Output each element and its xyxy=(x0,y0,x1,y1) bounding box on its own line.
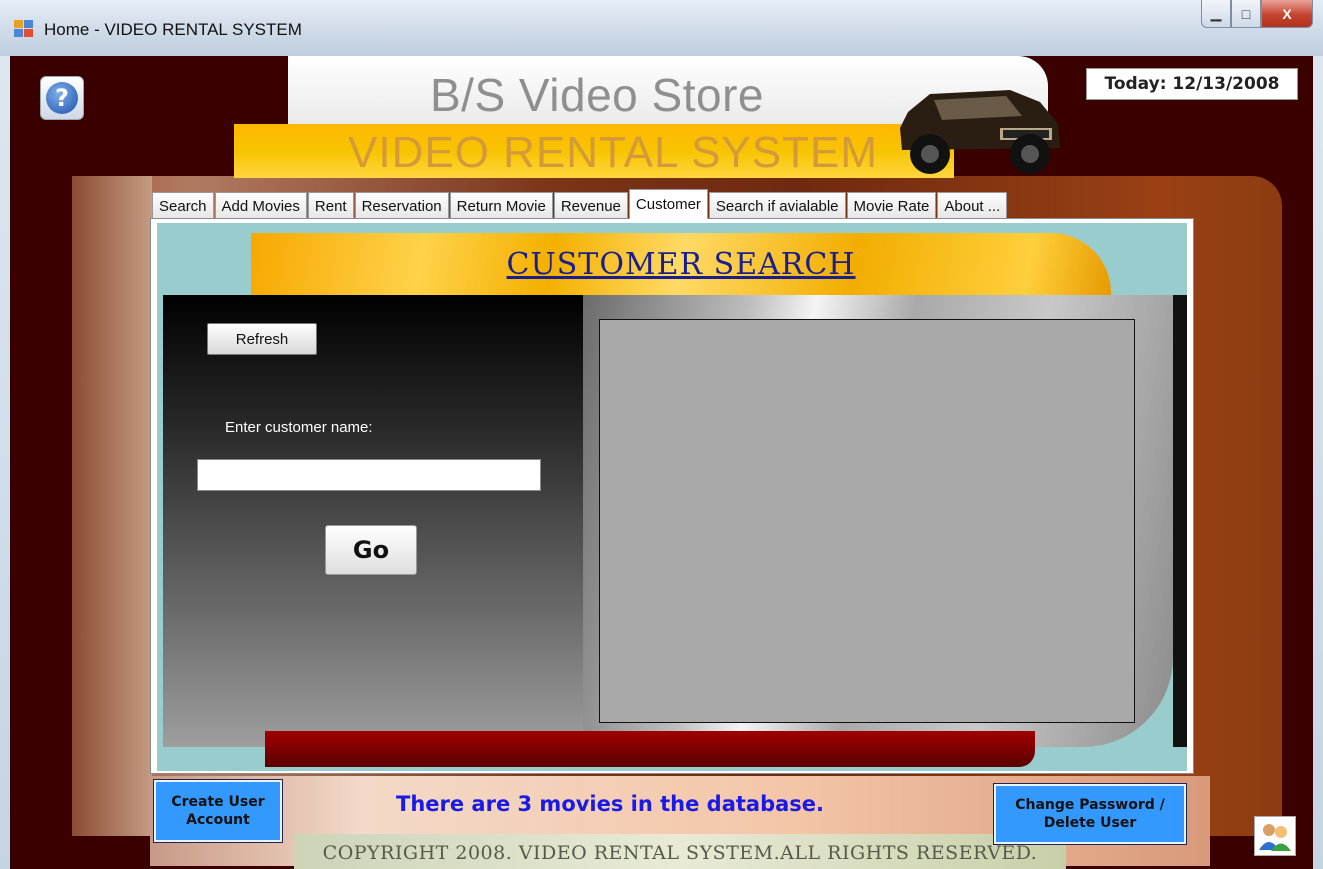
customer-tab-page: CUSTOMER SEARCH Refresh Enter customer n… xyxy=(150,218,1194,774)
window-controls: ▁ □ X xyxy=(1201,0,1313,30)
close-button[interactable]: X xyxy=(1261,0,1313,28)
results-panel-edge xyxy=(1173,295,1187,747)
customer-search-banner: CUSTOMER SEARCH xyxy=(251,233,1111,295)
minimize-button[interactable]: ▁ xyxy=(1201,0,1231,28)
users-button[interactable] xyxy=(1254,816,1296,856)
help-icon: ? xyxy=(46,82,78,114)
tab-about[interactable]: About ... xyxy=(937,192,1008,219)
customer-name-label: Enter customer name: xyxy=(225,419,373,436)
store-name: B/S Video Store xyxy=(430,69,764,121)
tab-page-background: CUSTOMER SEARCH Refresh Enter customer n… xyxy=(157,223,1187,771)
results-panel xyxy=(583,295,1173,747)
tab-movie-rate[interactable]: Movie Rate xyxy=(846,192,937,219)
window-title: Home - VIDEO RENTAL SYSTEM xyxy=(44,20,302,39)
background-panel-left xyxy=(72,176,152,836)
decorative-bar xyxy=(265,731,1035,767)
create-user-account-button[interactable]: Create User Account xyxy=(153,779,283,843)
tab-reservation[interactable]: Reservation xyxy=(354,192,449,219)
tab-add-movies[interactable]: Add Movies xyxy=(214,192,307,219)
hummer-truck-image xyxy=(900,90,1060,174)
client-area: ? B/S Video Store VIDEO RENTAL SYSTEM To… xyxy=(10,56,1313,869)
system-name: VIDEO RENTAL SYSTEM xyxy=(348,128,878,177)
tab-rent[interactable]: Rent xyxy=(307,192,354,219)
tab-search[interactable]: Search xyxy=(152,192,214,219)
search-form-panel: Refresh Enter customer name: Go xyxy=(163,295,583,747)
users-icon xyxy=(1259,824,1291,851)
customer-search-title: CUSTOMER SEARCH xyxy=(506,247,856,282)
tab-revenue[interactable]: Revenue xyxy=(553,192,628,219)
tab-bar: Search Add Movies Rent Reservation Retur… xyxy=(152,189,1008,219)
change-password-delete-user-button[interactable]: Change Password / Delete User xyxy=(993,783,1187,845)
application-window: Home - VIDEO RENTAL SYSTEM ▁ □ X ? B/S V… xyxy=(0,0,1323,869)
movies-count-text: There are 3 movies in the database. xyxy=(396,792,825,816)
customer-name-input[interactable] xyxy=(197,459,541,491)
refresh-button[interactable]: Refresh xyxy=(207,323,317,355)
today-date: Today: 12/13/2008 xyxy=(1086,68,1298,100)
results-grid[interactable] xyxy=(599,319,1135,723)
maximize-button[interactable]: □ xyxy=(1231,0,1261,28)
tab-search-if-available[interactable]: Search if avialable xyxy=(708,192,846,219)
copyright-box: COPYRIGHT 2008. VIDEO RENTAL SYSTEM.ALL … xyxy=(294,834,1066,869)
tab-customer[interactable]: Customer xyxy=(628,189,708,219)
title-bar: Home - VIDEO RENTAL SYSTEM ▁ □ X xyxy=(0,0,1323,56)
go-button[interactable]: Go xyxy=(325,525,417,575)
app-window-icon xyxy=(14,20,33,37)
copyright-text: COPYRIGHT 2008. VIDEO RENTAL SYSTEM.ALL … xyxy=(322,842,1038,864)
help-button[interactable]: ? xyxy=(40,76,84,120)
tab-return-movie[interactable]: Return Movie xyxy=(449,192,553,219)
